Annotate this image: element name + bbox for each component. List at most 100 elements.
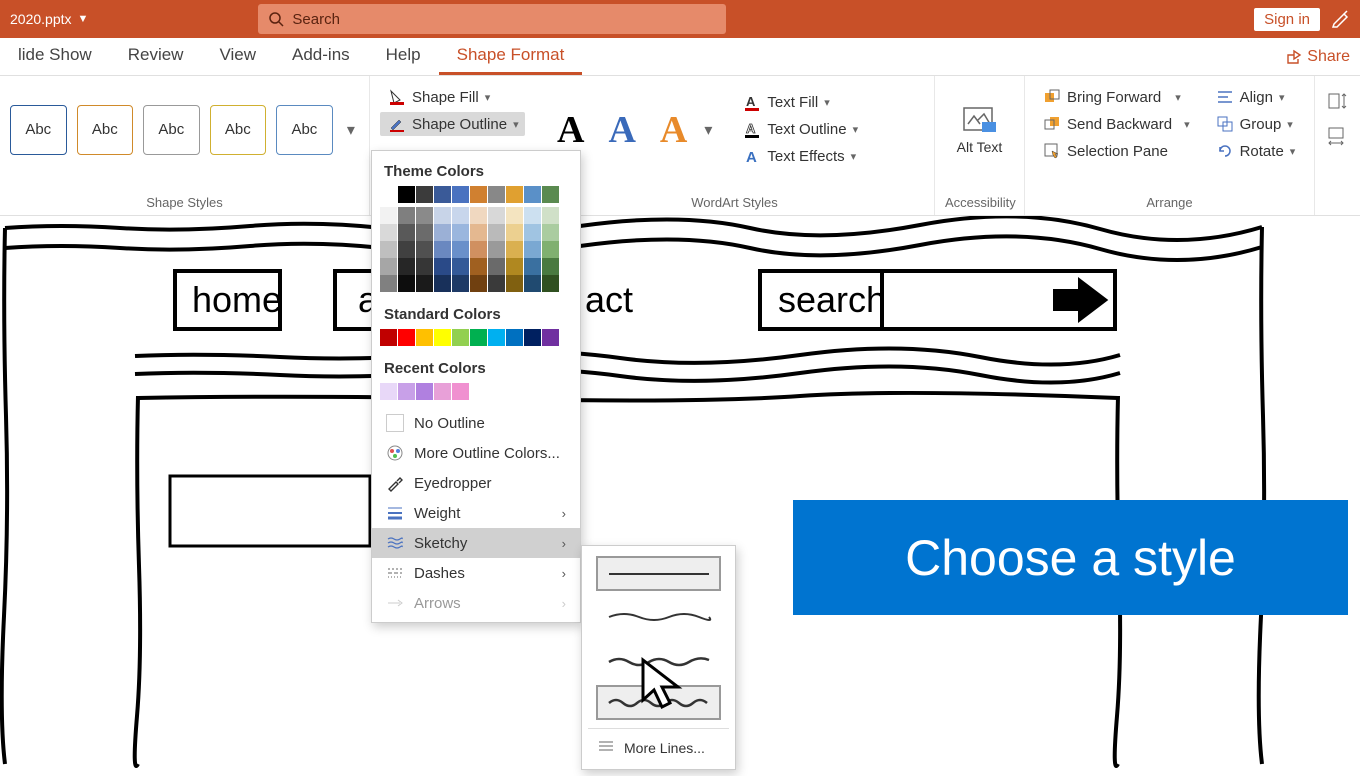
color-swatch[interactable] (506, 224, 523, 241)
color-swatch[interactable] (416, 275, 433, 292)
color-swatch[interactable] (398, 224, 415, 241)
color-swatch[interactable] (488, 207, 505, 224)
group-button[interactable]: Group▾ (1208, 112, 1304, 136)
color-swatch[interactable] (488, 275, 505, 292)
color-swatch[interactable] (488, 224, 505, 241)
color-swatch[interactable] (416, 186, 433, 203)
send-backward-button[interactable]: Send Backward▾ (1035, 112, 1198, 136)
size-width-icon[interactable] (1325, 126, 1349, 148)
color-swatch[interactable] (542, 241, 559, 258)
color-swatch[interactable] (506, 207, 523, 224)
color-swatch[interactable] (416, 241, 433, 258)
color-swatch[interactable] (434, 186, 451, 203)
tab-help[interactable]: Help (368, 36, 439, 75)
color-swatch[interactable] (416, 329, 433, 346)
more-outline-colors-item[interactable]: More Outline Colors... (372, 438, 580, 468)
color-swatch[interactable] (452, 258, 469, 275)
color-swatch[interactable] (380, 224, 397, 241)
color-swatch[interactable] (416, 207, 433, 224)
color-swatch[interactable] (416, 258, 433, 275)
shape-style-2[interactable]: Abc (77, 105, 134, 155)
color-swatch[interactable] (434, 241, 451, 258)
no-outline-item[interactable]: No Outline (372, 408, 580, 438)
color-swatch[interactable] (452, 186, 469, 203)
color-swatch[interactable] (380, 186, 397, 203)
color-swatch[interactable] (470, 275, 487, 292)
dashes-item[interactable]: Dashes› (372, 558, 580, 588)
shape-style-5[interactable]: Abc (276, 105, 333, 155)
shape-fill-button[interactable]: Shape Fill▾ (380, 85, 525, 109)
tab-review[interactable]: Review (110, 36, 202, 75)
color-swatch[interactable] (524, 207, 541, 224)
color-swatch[interactable] (506, 241, 523, 258)
wordart-style-3[interactable]: A (648, 108, 699, 152)
color-swatch[interactable] (380, 383, 397, 400)
color-swatch[interactable] (470, 207, 487, 224)
color-swatch[interactable] (398, 186, 415, 203)
color-swatch[interactable] (398, 383, 415, 400)
rotate-button[interactable]: Rotate▾ (1208, 139, 1304, 163)
tab-shape-format[interactable]: Shape Format (439, 36, 583, 75)
color-swatch[interactable] (488, 258, 505, 275)
bring-forward-button[interactable]: Bring Forward▾ (1035, 85, 1198, 109)
color-swatch[interactable] (398, 258, 415, 275)
sketchy-more-lines[interactable]: More Lines... (588, 733, 729, 763)
color-swatch[interactable] (524, 186, 541, 203)
color-swatch[interactable] (398, 207, 415, 224)
shape-style-1[interactable]: Abc (10, 105, 67, 155)
color-swatch[interactable] (542, 186, 559, 203)
color-swatch[interactable] (524, 275, 541, 292)
shape-style-3[interactable]: Abc (143, 105, 200, 155)
sketchy-style-wavy1[interactable] (596, 599, 721, 634)
color-swatch[interactable] (398, 275, 415, 292)
tab-addins[interactable]: Add-ins (274, 36, 368, 75)
text-fill-button[interactable]: AText Fill▾ (735, 91, 866, 115)
color-swatch[interactable] (470, 258, 487, 275)
color-swatch[interactable] (380, 258, 397, 275)
color-swatch[interactable] (434, 224, 451, 241)
color-swatch[interactable] (488, 329, 505, 346)
search-box[interactable] (258, 4, 726, 34)
color-swatch[interactable] (542, 275, 559, 292)
sketchy-item[interactable]: Sketchy› (372, 528, 580, 558)
shape-style-4[interactable]: Abc (210, 105, 267, 155)
color-swatch[interactable] (434, 329, 451, 346)
color-swatch[interactable] (416, 224, 433, 241)
color-swatch[interactable] (434, 275, 451, 292)
color-swatch[interactable] (506, 186, 523, 203)
wordart-style-1[interactable]: A (545, 108, 596, 152)
color-swatch[interactable] (434, 383, 451, 400)
color-swatch[interactable] (488, 186, 505, 203)
color-swatch[interactable] (524, 329, 541, 346)
color-swatch[interactable] (434, 207, 451, 224)
eyedropper-item[interactable]: Eyedropper (372, 468, 580, 498)
color-swatch[interactable] (506, 258, 523, 275)
color-swatch[interactable] (380, 241, 397, 258)
color-swatch[interactable] (452, 275, 469, 292)
mode-switch-icon[interactable] (1330, 8, 1352, 30)
color-swatch[interactable] (506, 275, 523, 292)
wordart-style-2[interactable]: A (596, 108, 647, 152)
color-swatch[interactable] (380, 207, 397, 224)
color-swatch[interactable] (506, 329, 523, 346)
color-swatch[interactable] (542, 329, 559, 346)
align-button[interactable]: Align▾ (1208, 85, 1304, 109)
tab-view[interactable]: View (201, 36, 274, 75)
color-swatch[interactable] (452, 383, 469, 400)
search-input[interactable] (292, 11, 716, 28)
sign-in-button[interactable]: Sign in (1254, 8, 1320, 31)
alt-text-button[interactable]: Alt Text (945, 82, 1014, 177)
color-swatch[interactable] (434, 258, 451, 275)
color-swatch[interactable] (470, 224, 487, 241)
wordart-styles-more[interactable]: ▾ (699, 105, 717, 155)
color-swatch[interactable] (524, 258, 541, 275)
text-outline-button[interactable]: AText Outline▾ (735, 118, 866, 142)
color-swatch[interactable] (452, 224, 469, 241)
color-swatch[interactable] (380, 329, 397, 346)
shape-outline-button[interactable]: Shape Outline▾ (380, 112, 525, 136)
document-title[interactable]: 2020.pptx ▼ (0, 11, 98, 27)
color-swatch[interactable] (542, 258, 559, 275)
color-swatch[interactable] (470, 186, 487, 203)
shape-styles-more[interactable]: ▾ (343, 105, 359, 155)
color-swatch[interactable] (380, 275, 397, 292)
